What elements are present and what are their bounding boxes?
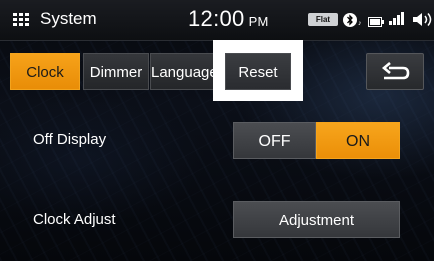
volume-icon (412, 12, 432, 32)
status-bar: System 12:00 PM Flat ♪ (0, 0, 434, 41)
signal-bars-icon (389, 12, 405, 30)
eq-badge: Flat (308, 13, 338, 26)
adjustment-button[interactable]: Adjustment (233, 201, 400, 238)
tab-clock[interactable]: Clock (10, 53, 80, 90)
clock-ampm: PM (248, 14, 269, 29)
back-arrow-icon (381, 62, 410, 80)
clock-time: 12:00 (188, 6, 245, 31)
tab-language[interactable]: Language (150, 53, 216, 90)
tab-dimmer[interactable]: Dimmer (83, 53, 149, 90)
clock-adjust-label: Clock Adjust (33, 211, 116, 228)
tab-reset[interactable]: Reset (225, 53, 291, 90)
back-button[interactable] (366, 53, 424, 90)
audio-note-icon: ♪ (358, 20, 362, 27)
off-display-on-button[interactable]: ON (316, 122, 400, 159)
bluetooth-icon (343, 12, 357, 33)
off-display-label: Off Display (33, 131, 107, 148)
off-display-off-button[interactable]: OFF (233, 122, 316, 159)
battery-icon (368, 14, 384, 32)
clock-display: 12:00 PM (188, 6, 269, 32)
app-title: System (40, 9, 97, 28)
menu-grid-icon[interactable] (13, 13, 30, 26)
